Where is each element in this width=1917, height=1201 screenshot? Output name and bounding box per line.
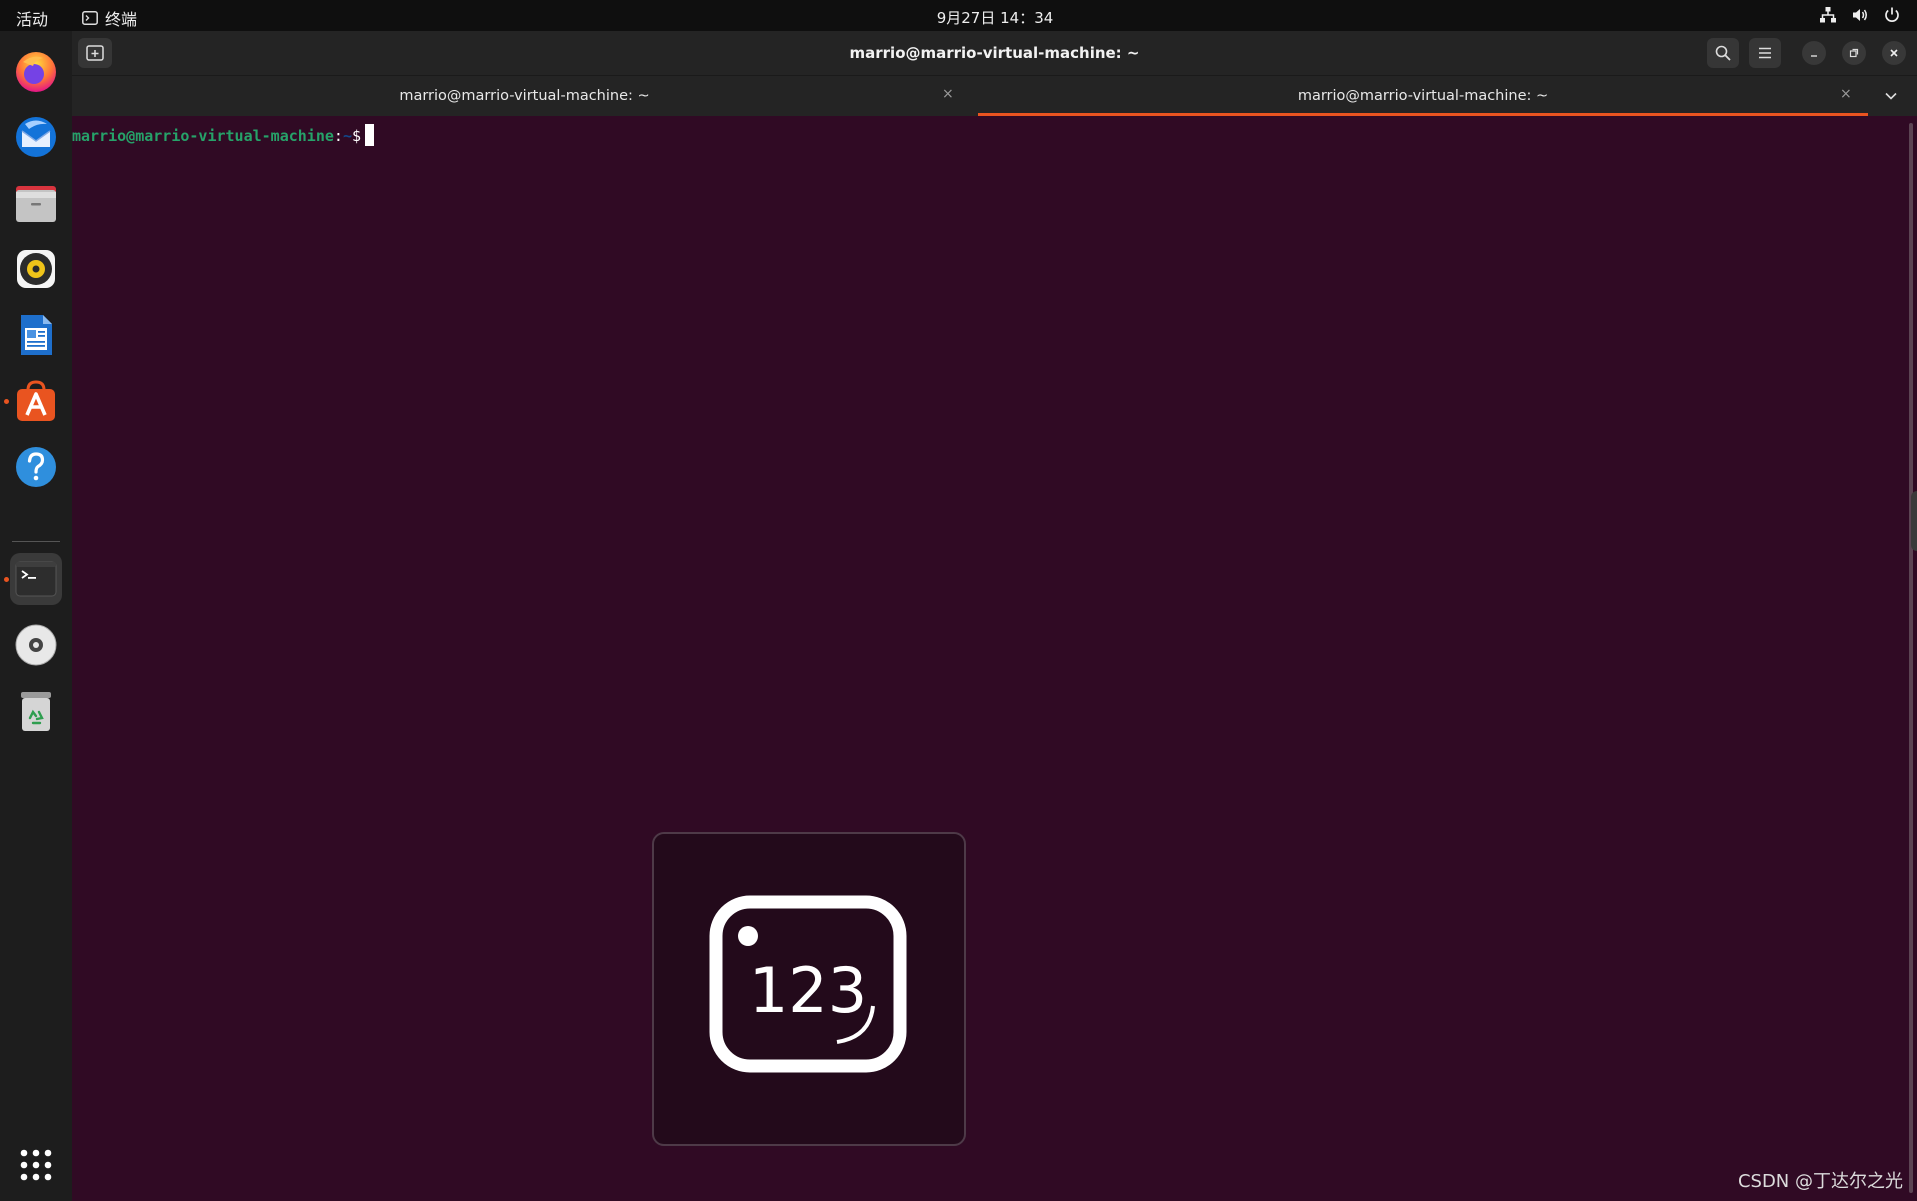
minimize-icon	[1811, 55, 1817, 57]
tab-2-label: marrio@marrio-virtual-machine: ~	[1297, 88, 1549, 104]
prompt-user-host: marrio@marrio-virtual-machine	[72, 127, 334, 145]
help-icon	[16, 447, 56, 487]
menu-button[interactable]	[1749, 38, 1781, 68]
network-icon[interactable]	[1819, 6, 1837, 24]
search-button[interactable]	[1707, 38, 1739, 68]
system-tray[interactable]	[1819, 6, 1901, 24]
terminal-window: marrio@marrio-virtual-machine: ~ marrio@…	[72, 31, 1917, 1201]
dock-item-thunderbird[interactable]	[10, 111, 62, 163]
firefox-icon	[16, 52, 56, 92]
prompt-symbol: $	[351, 127, 361, 145]
window-title: marrio@marrio-virtual-machine: ~	[849, 44, 1140, 62]
text-cursor	[365, 124, 374, 146]
chevron-down-icon	[1885, 92, 1897, 100]
scroll-handle[interactable]	[1911, 491, 1917, 551]
dock-item-firefox[interactable]	[10, 45, 62, 97]
dock-item-software[interactable]	[4, 375, 62, 427]
running-indicator	[4, 577, 9, 582]
numlock-osd: 123	[652, 832, 966, 1146]
close-icon	[1890, 49, 1898, 57]
tab-2[interactable]: marrio@marrio-virtual-machine: ~	[978, 76, 1868, 116]
dock	[0, 31, 72, 1201]
shell-prompt: marrio@marrio-virtual-machine:~$	[72, 124, 374, 146]
running-indicator	[4, 399, 9, 404]
rhythmbox-icon	[17, 250, 55, 288]
tab-2-close-button[interactable]: ×	[1840, 86, 1852, 102]
numlock-label: 123	[749, 954, 867, 1027]
tab-1[interactable]: marrio@marrio-virtual-machine: ~	[72, 76, 977, 116]
power-icon[interactable]	[1883, 6, 1901, 24]
writer-icon	[21, 315, 52, 355]
numlock-icon: 123	[709, 895, 907, 1073]
files-icon	[16, 186, 56, 222]
tab-overflow-button[interactable]	[1884, 88, 1898, 107]
close-window-button[interactable]	[1882, 41, 1906, 65]
dock-item-help[interactable]	[10, 441, 62, 493]
minimize-button[interactable]	[1802, 41, 1826, 65]
prompt-separator: :	[333, 127, 343, 145]
terminal-area[interactable]: marrio@marrio-virtual-machine:~$	[72, 117, 1902, 1201]
dock-separator	[12, 541, 60, 542]
tab-1-label: marrio@marrio-virtual-machine: ~	[399, 88, 650, 104]
dock-item-rhythmbox[interactable]	[10, 243, 62, 295]
maximize-button[interactable]	[1842, 41, 1866, 65]
volume-icon[interactable]	[1851, 6, 1869, 24]
hamburger-menu-icon	[1759, 47, 1771, 59]
top-bar: 活动 终端 9月27日 14：34	[0, 0, 1917, 31]
show-apps-button[interactable]	[10, 1139, 62, 1191]
restore-icon	[1849, 48, 1859, 58]
thunderbird-icon	[16, 117, 56, 157]
dock-item-files[interactable]	[10, 177, 62, 229]
trash-icon	[21, 692, 51, 731]
search-icon	[1715, 45, 1731, 61]
dock-item-writer[interactable]	[10, 309, 62, 361]
tab-bar: marrio@marrio-virtual-machine: ~ × marri…	[72, 76, 1917, 116]
disc-icon	[15, 624, 57, 666]
apps-grid-icon	[20, 1149, 52, 1181]
dock-item-terminal[interactable]	[4, 553, 62, 605]
terminal-icon	[15, 561, 57, 597]
dock-item-disc[interactable]	[10, 619, 62, 671]
prompt-path: ~	[342, 127, 352, 145]
scrollbar[interactable]	[1909, 123, 1913, 1193]
dock-item-trash[interactable]	[10, 685, 62, 737]
clock[interactable]: 9月27日 14：34	[0, 7, 1917, 28]
software-icon	[17, 380, 55, 421]
header-bar: marrio@marrio-virtual-machine: ~	[72, 31, 1917, 76]
watermark: CSDN @丁达尔之光	[1737, 1171, 1903, 1192]
tab-1-close-button[interactable]: ×	[942, 86, 954, 102]
